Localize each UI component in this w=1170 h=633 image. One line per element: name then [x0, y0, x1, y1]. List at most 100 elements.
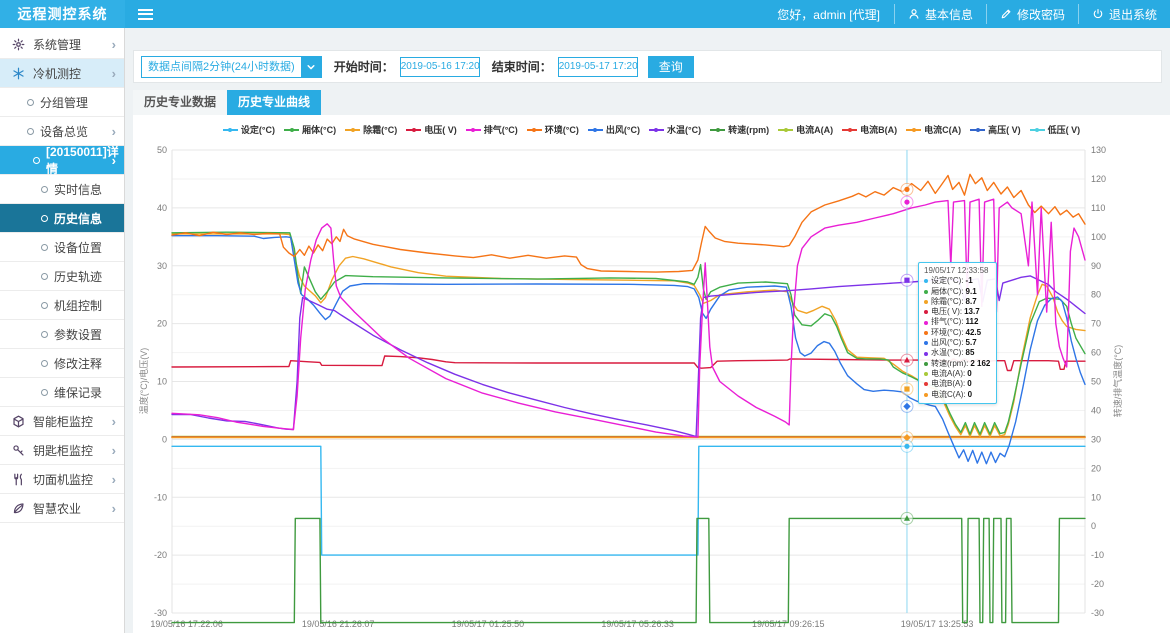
legend-item-5[interactable]: 环境(°C)	[527, 123, 579, 136]
legend-item-7[interactable]: 水温(°C)	[649, 123, 701, 136]
basic-info-button[interactable]: 基本信息	[895, 0, 986, 28]
y-axis-right-tick: 70	[1091, 319, 1101, 329]
sidebar-item-label: 历史轨迹	[54, 268, 102, 285]
chevron-down-icon[interactable]	[301, 57, 321, 77]
dot-bullet-icon	[41, 389, 48, 396]
y-axis-right-tick: 110	[1091, 203, 1105, 213]
top-bar: 远程测控系统 您好，admin [代理] 基本信息修改密码退出系统	[0, 0, 1170, 28]
sidebar-item-label: 分组管理	[40, 94, 88, 111]
chevron-right-icon: ›	[112, 444, 116, 457]
legend-label: 水温(°C)	[667, 123, 701, 136]
legend-item-8[interactable]: 转速(rpm)	[710, 123, 769, 136]
sidebar-item-label: 历史信息	[54, 210, 102, 227]
dot-bullet-icon	[41, 360, 48, 367]
series-line-2	[172, 234, 1085, 437]
y-axis-left-tick: 20	[157, 319, 167, 329]
sidebar-item-history-info[interactable]: 历史信息	[0, 204, 124, 233]
sidebar-item-label: 切面机监控	[33, 471, 93, 488]
sidebar-item-maintenance-records[interactable]: 维保记录	[0, 378, 124, 407]
tab-history-curve[interactable]: 历史专业曲线	[227, 90, 321, 115]
legend-marker	[970, 126, 985, 133]
sidebar-item-label: 机组控制	[54, 297, 102, 314]
y-axis-left-title: 温度(°C)/电压(V)	[138, 348, 149, 415]
series-line-8	[172, 518, 1085, 622]
y-axis-right-tick: 90	[1091, 261, 1101, 271]
sidebar-item-cooler-monitoring[interactable]: 冷机测控›	[0, 59, 124, 88]
sidebar-item-device-overview[interactable]: 设备总览›	[0, 117, 124, 146]
y-axis-left-tick: 50	[157, 145, 167, 155]
sidebar: 系统管理›冷机测控›分组管理设备总览›[20150011]详情›实时信息历史信息…	[0, 28, 125, 633]
legend-item-1[interactable]: 厢体(°C)	[284, 123, 336, 136]
legend-label: 环境(°C)	[545, 123, 579, 136]
legend-item-13[interactable]: 低压( V)	[1030, 123, 1081, 136]
legend-item-6[interactable]: 出风(°C)	[588, 123, 640, 136]
chart-legend: 设定(°C) 厢体(°C) 除霜(°C) 电压( V) 排气(°C) 环境(°C) 出风(°…	[133, 123, 1170, 136]
sidebar-item-history-track[interactable]: 历史轨迹	[0, 262, 124, 291]
y-axis-right-tick: 40	[1091, 405, 1101, 415]
legend-item-3[interactable]: 电压( V)	[406, 123, 457, 136]
query-button[interactable]: 查询	[648, 56, 694, 78]
dot-bullet-icon	[41, 302, 48, 309]
change-password-button[interactable]: 修改密码	[987, 0, 1078, 28]
legend-marker	[345, 126, 360, 133]
series-line-5	[172, 174, 1085, 272]
y-axis-left-tick: -30	[154, 608, 167, 618]
dot-bullet-icon	[41, 215, 48, 222]
interval-select[interactable]: 数据点间隔2分钟(24小时数据)	[141, 56, 322, 78]
hover-marker	[904, 187, 909, 192]
snowflake-icon	[12, 67, 25, 80]
legend-marker	[1030, 126, 1045, 133]
sidebar-item-device-20150011-detail[interactable]: [20150011]详情›	[0, 146, 124, 175]
start-time-input[interactable]	[400, 57, 480, 77]
legend-label: 电流B(A)	[860, 123, 897, 136]
y-axis-left-tick: 0	[162, 434, 167, 444]
legend-item-4[interactable]: 排气(°C)	[466, 123, 518, 136]
legend-marker	[527, 126, 542, 133]
history-curve-chart: 设定(°C) 厢体(°C) 除霜(°C) 电压( V) 排气(°C) 环境(°C) 出风(°…	[133, 115, 1170, 633]
logout-label: 退出系统	[1109, 6, 1157, 23]
sidebar-item-label: 冷机测控	[33, 65, 81, 82]
chevron-right-icon: ›	[112, 125, 116, 138]
tab-bar: 历史专业数据 历史专业曲线	[133, 90, 321, 115]
sidebar-item-system-management[interactable]: 系统管理›	[0, 30, 124, 59]
power-icon	[1092, 8, 1104, 20]
chevron-right-icon: ›	[112, 38, 116, 51]
logout-button[interactable]: 退出系统	[1079, 0, 1170, 28]
y-axis-right-tick: 10	[1091, 492, 1101, 502]
legend-item-0[interactable]: 设定(°C)	[223, 123, 275, 136]
tab-history-data[interactable]: 历史专业数据	[133, 90, 227, 115]
utensils-icon	[12, 473, 25, 486]
key-icon	[12, 444, 25, 457]
sidebar-item-edit-remarks[interactable]: 修改注释	[0, 349, 124, 378]
query-toolbar: 数据点间隔2分钟(24小时数据) 开始时间： 结束时间： 查询	[133, 50, 1162, 83]
sidebar-item-param-settings[interactable]: 参数设置	[0, 320, 124, 349]
sidebar-item-slicer-monitoring[interactable]: 切面机监控›	[0, 465, 124, 494]
sidebar-item-device-location[interactable]: 设备位置	[0, 233, 124, 262]
menu-toggle-icon[interactable]	[138, 6, 153, 22]
sidebar-item-key-cabinet[interactable]: 钥匙柜监控›	[0, 436, 124, 465]
legend-item-9[interactable]: 电流A(A)	[778, 123, 833, 136]
chevron-right-icon: ›	[112, 415, 116, 428]
end-time-input[interactable]	[558, 57, 638, 77]
header-menu: 您好，admin [代理] 基本信息修改密码 退出系统	[763, 0, 1170, 28]
sidebar-item-smart-cabinet[interactable]: 智能柜监控›	[0, 407, 124, 436]
sidebar-item-unit-control[interactable]: 机组控制	[0, 291, 124, 320]
legend-item-12[interactable]: 高压( V)	[970, 123, 1021, 136]
y-axis-right-tick: -30	[1091, 608, 1104, 618]
hover-marker	[904, 386, 909, 391]
legend-label: 高压( V)	[988, 123, 1021, 136]
sidebar-item-realtime-info[interactable]: 实时信息	[0, 175, 124, 204]
y-axis-left-tick: 40	[157, 203, 167, 213]
legend-item-2[interactable]: 除霜(°C)	[345, 123, 397, 136]
user-greeting: 您好，admin [代理]	[763, 0, 894, 28]
legend-item-10[interactable]: 电流B(A)	[842, 123, 897, 136]
sidebar-item-smart-agriculture[interactable]: 智慧农业›	[0, 494, 124, 523]
sidebar-item-group-management[interactable]: 分组管理	[0, 88, 124, 117]
basic-info-label: 基本信息	[925, 6, 973, 23]
legend-label: 低压( V)	[1048, 123, 1081, 136]
y-axis-right-tick: 60	[1091, 348, 1101, 358]
series-line-4	[172, 199, 1085, 437]
y-axis-left-tick: -20	[154, 550, 167, 560]
legend-item-11[interactable]: 电流C(A)	[906, 123, 961, 136]
y-axis-left-tick: 30	[157, 261, 167, 271]
